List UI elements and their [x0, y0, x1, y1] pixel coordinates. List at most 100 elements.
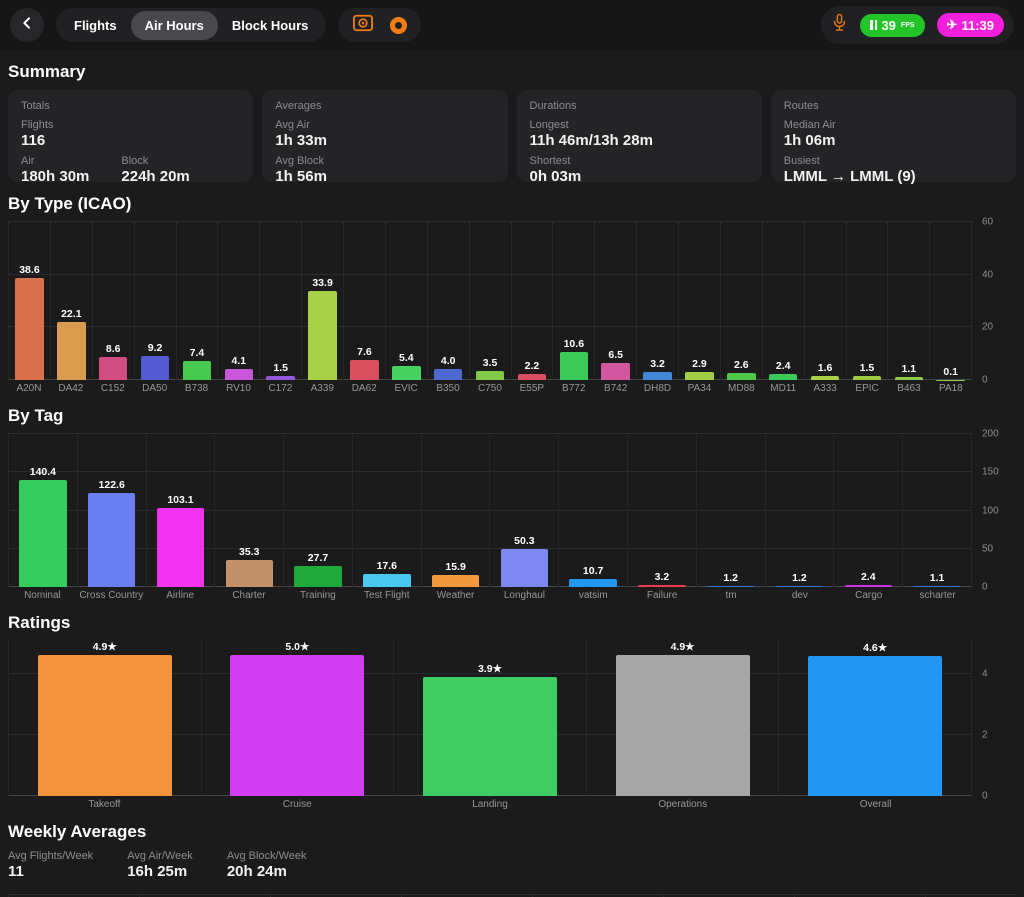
category-label: dev	[765, 590, 834, 601]
bar	[225, 369, 254, 380]
stat-row: Flights116	[21, 119, 240, 149]
bar	[57, 322, 86, 380]
bar-column: 33.9	[301, 222, 343, 380]
stat-label: Block	[121, 155, 189, 167]
card-title: Routes	[784, 100, 1003, 112]
category-label: PA34	[679, 383, 721, 394]
category-label: Nominal	[8, 590, 77, 601]
tab-air-hours[interactable]: Air Hours	[131, 11, 218, 40]
stat-row: Avg Air1h 33m	[275, 119, 494, 149]
summary-card: Routes Median Air1h 06m BusiestLMML → LMML…	[771, 90, 1016, 182]
bar-column: 1.2	[696, 434, 765, 587]
bar-column: 1.1	[887, 222, 929, 380]
stat-label: Busiest	[784, 155, 916, 167]
stat-value: LMML → LMML (9)	[784, 168, 916, 185]
bar	[157, 508, 204, 587]
category-label: tm	[697, 590, 766, 601]
stat-value: 224h 20m	[121, 168, 189, 185]
bar-value-label: 3.2	[655, 571, 670, 583]
bar-value-label: 1.6	[818, 362, 833, 374]
stat-row: Shortest0h 03m	[530, 155, 749, 185]
y-axis-tick: 20	[982, 322, 993, 333]
stat-row: Median Air1h 06m	[784, 119, 1003, 149]
category-label: B742	[595, 383, 637, 394]
top-toolbar: Flights Air Hours Block Hours 39FPS	[0, 0, 1024, 50]
bar-columns: 140.4122.6103.135.327.717.615.950.310.73…	[8, 434, 972, 587]
stat-value: 1h 06m	[784, 132, 836, 149]
category-label: DA50	[134, 383, 176, 394]
bar	[476, 371, 505, 380]
category-label: C172	[259, 383, 301, 394]
bar-value-label: 9.2	[148, 342, 163, 354]
y-axis: 024	[972, 641, 1016, 796]
back-button[interactable]	[10, 8, 44, 42]
stat: Median Air1h 06m	[784, 119, 836, 149]
bar-value-label: 50.3	[514, 535, 534, 547]
category-label: A333	[804, 383, 846, 394]
stat-value: 0h 03m	[530, 168, 582, 185]
bar	[808, 656, 942, 796]
record-icon[interactable]	[390, 17, 407, 34]
category-label: Failure	[628, 590, 697, 601]
stat: Longest11h 46m/13h 28m	[530, 119, 653, 149]
plot: 140.4122.6103.135.327.717.615.950.310.73…	[8, 434, 972, 587]
y-axis-tick: 50	[982, 543, 993, 554]
camera-view-icon[interactable]	[352, 13, 374, 38]
bar	[769, 374, 798, 380]
category-labels: NominalCross CountryAirlineCharterTraini…	[8, 590, 972, 601]
bar-value-label: 4.6★	[863, 642, 887, 654]
bar-column: 140.4	[8, 434, 77, 587]
category-label: MD88	[720, 383, 762, 394]
y-axis-tick: 40	[982, 269, 993, 280]
bar-column: 22.1	[50, 222, 92, 380]
y-axis-tick: 0	[982, 791, 988, 802]
bar-value-label: 22.1	[61, 308, 81, 320]
bar-value-label: 1.1	[902, 363, 917, 375]
weekly-stats: Avg Flights/Week11Avg Air/Week16h 25mAvg…	[8, 850, 1016, 880]
bar	[434, 369, 463, 380]
bar	[294, 566, 341, 587]
plot: 38.622.18.69.27.44.11.533.97.65.44.03.52…	[8, 222, 972, 380]
bar-value-label: 5.0★	[285, 641, 309, 653]
sim-time-badge[interactable]: ✈ 11:39	[937, 13, 1004, 37]
bar	[638, 585, 685, 587]
bar-value-label: 6.5	[608, 349, 623, 361]
by-type-chart: 38.622.18.69.27.44.11.533.97.65.44.03.52…	[8, 222, 1016, 394]
bar	[308, 291, 337, 380]
bar-column: 2.4	[762, 222, 804, 380]
bar-value-label: 4.9★	[671, 641, 695, 653]
bar-column: 10.6	[552, 222, 594, 380]
bar-column: 1.2	[765, 434, 834, 587]
category-label: EVIC	[385, 383, 427, 394]
summary-heading: Summary	[8, 62, 1016, 82]
stat-value: 1h 56m	[275, 168, 327, 185]
bar-column: 5.0★	[201, 641, 394, 796]
tab-block-hours[interactable]: Block Hours	[218, 11, 323, 40]
bar-value-label: 3.2	[650, 358, 665, 370]
stat-value: 116	[21, 132, 53, 149]
chart-plot-area: 4.9★5.0★3.9★4.9★4.6★TakeoffCruiseLanding…	[8, 641, 972, 810]
microphone-icon[interactable]	[831, 13, 848, 38]
bar-column: 1.5	[846, 222, 888, 380]
status-pill: 39FPS ✈ 11:39	[821, 6, 1014, 44]
bar	[913, 586, 960, 587]
bar-value-label: 15.9	[445, 561, 465, 573]
fps-badge[interactable]: 39FPS	[860, 14, 924, 37]
bar-column: 9.2	[134, 222, 176, 380]
weekly-stat: Avg Flights/Week11	[8, 850, 93, 880]
tab-flights[interactable]: Flights	[60, 11, 131, 40]
stat-label: Median Air	[784, 119, 836, 131]
category-label: A339	[301, 383, 343, 394]
by-tag-chart: 140.4122.6103.135.327.717.615.950.310.73…	[8, 434, 1016, 601]
bar-value-label: 5.4	[399, 352, 414, 364]
bar-value-label: 2.2	[525, 360, 540, 372]
y-axis-tick: 100	[982, 505, 999, 516]
bar	[685, 372, 714, 380]
category-label: E55P	[511, 383, 553, 394]
y-axis-tick: 2	[982, 730, 988, 741]
airplane-icon: ✈	[947, 17, 958, 33]
bar-value-label: 1.1	[930, 572, 945, 584]
category-label: Overall	[779, 799, 972, 810]
card-title: Averages	[275, 100, 494, 112]
category-label: Test Flight	[352, 590, 421, 601]
